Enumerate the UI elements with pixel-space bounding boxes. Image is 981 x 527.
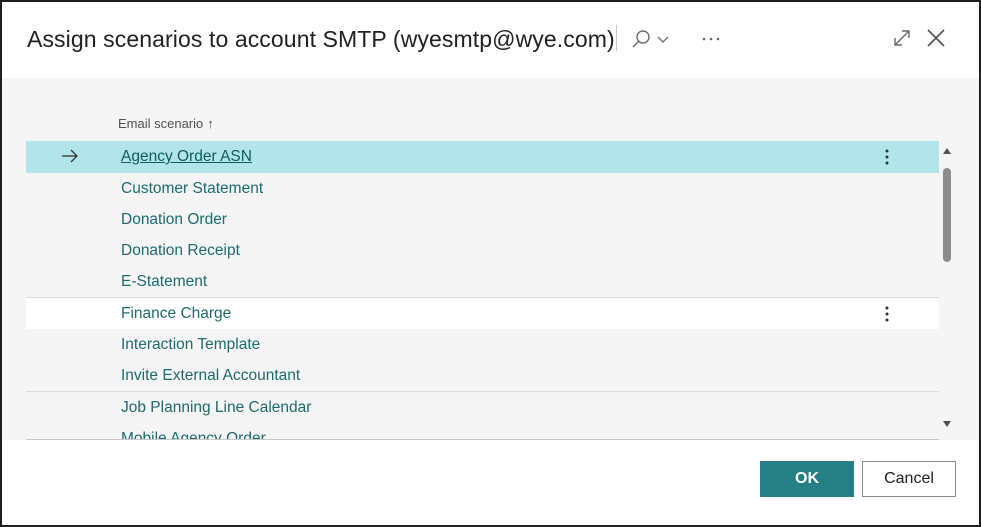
list-row[interactable]: Donation Order bbox=[26, 204, 939, 236]
close-icon bbox=[927, 29, 945, 47]
search-icon bbox=[632, 30, 650, 48]
list-row[interactable]: Donation Receipt bbox=[26, 235, 939, 267]
dialog-title: Assign scenarios to account SMTP (wyesmt… bbox=[27, 26, 615, 52]
close-button[interactable] bbox=[924, 26, 948, 50]
list-row[interactable]: Agency Order ASN bbox=[26, 141, 939, 173]
row-selected-arrow-icon bbox=[62, 149, 78, 163]
more-options-button[interactable] bbox=[698, 24, 724, 54]
row-label[interactable]: Agency Order ASN bbox=[121, 148, 252, 166]
list-row[interactable]: Customer Statement bbox=[26, 173, 939, 205]
row-actions-button[interactable] bbox=[876, 146, 898, 168]
expand-button[interactable] bbox=[890, 26, 914, 50]
chevron-down-icon bbox=[657, 36, 669, 43]
list-row[interactable]: Interaction Template bbox=[26, 329, 939, 361]
row-label[interactable]: Finance Charge bbox=[121, 305, 231, 323]
list-row[interactable]: Mobile Agency Order bbox=[26, 423, 939, 440]
column-header-email-scenario[interactable]: Email scenario ↑ bbox=[118, 116, 214, 131]
scroll-up-arrow-icon[interactable] bbox=[942, 147, 952, 155]
dialog-header: Assign scenarios to account SMTP (wyesmt… bbox=[2, 2, 979, 78]
more-options-icon bbox=[702, 37, 720, 41]
scenario-list: Agency Order ASN Customer Statement Dona… bbox=[26, 141, 939, 440]
dialog-window: Assign scenarios to account SMTP (wyesmt… bbox=[0, 0, 981, 527]
expand-icon bbox=[894, 30, 910, 46]
row-label[interactable]: Customer Statement bbox=[121, 180, 263, 198]
row-label[interactable]: Donation Receipt bbox=[121, 242, 240, 260]
content-divider bbox=[26, 439, 939, 440]
column-header-label: Email scenario bbox=[118, 116, 204, 131]
header-divider bbox=[616, 25, 617, 51]
row-label[interactable]: Donation Order bbox=[121, 211, 227, 229]
list-row[interactable]: Job Planning Line Calendar bbox=[26, 392, 939, 424]
row-label[interactable]: Interaction Template bbox=[121, 336, 260, 354]
ok-button[interactable]: OK bbox=[760, 461, 854, 497]
vertical-ellipsis-icon bbox=[885, 149, 889, 165]
row-actions-button[interactable] bbox=[876, 303, 898, 325]
row-label[interactable]: Invite External Accountant bbox=[121, 367, 300, 385]
list-row[interactable]: Invite External Accountant bbox=[26, 360, 939, 392]
row-label[interactable]: Job Planning Line Calendar bbox=[121, 399, 311, 417]
list-row[interactable]: E-Statement bbox=[26, 266, 939, 298]
scrollbar-thumb[interactable] bbox=[943, 168, 951, 262]
sort-ascending-icon: ↑ bbox=[207, 116, 214, 131]
cancel-button[interactable]: Cancel bbox=[862, 461, 956, 497]
search-button[interactable] bbox=[630, 24, 678, 54]
vertical-ellipsis-icon bbox=[885, 306, 889, 322]
scroll-down-arrow-icon[interactable] bbox=[942, 420, 952, 428]
vertical-scrollbar[interactable] bbox=[939, 141, 955, 440]
row-label[interactable]: E-Statement bbox=[121, 273, 207, 291]
list-row[interactable]: Finance Charge bbox=[26, 298, 939, 330]
dialog-content: Email scenario ↑ Agency Order ASN Custom… bbox=[2, 78, 979, 440]
